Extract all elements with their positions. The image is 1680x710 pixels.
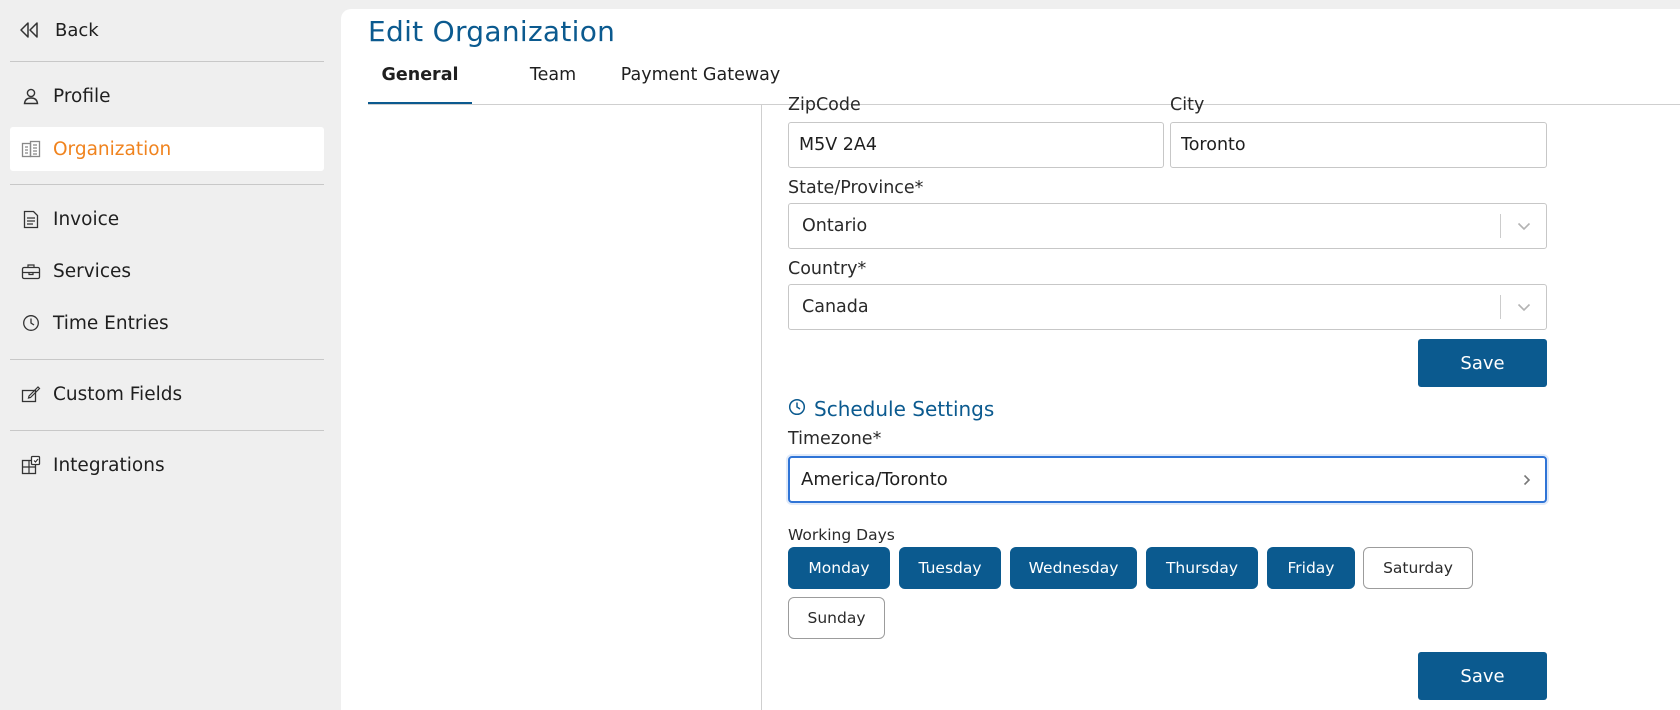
briefcase-icon	[21, 261, 41, 281]
sidebar-item-services[interactable]: Services	[10, 249, 324, 293]
sidebar-item-invoice[interactable]: Invoice	[10, 197, 324, 241]
day-toggle-tuesday[interactable]: Tuesday	[899, 547, 1001, 589]
schedule-settings-title: Schedule Settings	[814, 397, 995, 421]
day-toggle-sunday[interactable]: Sunday	[788, 597, 885, 639]
save-schedule-button[interactable]: Save	[1418, 652, 1547, 700]
back-button[interactable]: Back	[17, 16, 99, 44]
sidebar-divider	[10, 184, 324, 185]
sidebar-divider	[10, 430, 324, 431]
schedule-settings-heading: Schedule Settings	[788, 397, 994, 421]
sidebar-divider	[10, 61, 324, 62]
sidebar-item-custom-fields[interactable]: Custom Fields	[10, 372, 324, 416]
sidebar-item-label: Organization	[53, 138, 172, 160]
state-select[interactable]: Ontario	[788, 203, 1547, 249]
chevron-right-icon	[1509, 474, 1545, 486]
sidebar: Back Profile Organization Invoice Servic…	[0, 0, 334, 710]
working-days-label: Working Days	[788, 526, 895, 544]
day-toggle-monday[interactable]: Monday	[788, 547, 890, 589]
sidebar-item-label: Custom Fields	[53, 383, 183, 405]
timezone-label: Timezone*	[788, 429, 882, 449]
clock-icon	[788, 397, 806, 421]
country-select[interactable]: Canada	[788, 284, 1547, 330]
sidebar-item-label: Invoice	[53, 208, 120, 230]
page-title: Edit Organization	[368, 15, 616, 48]
day-toggle-wednesday[interactable]: Wednesday	[1010, 547, 1137, 589]
sidebar-item-time-entries[interactable]: Time Entries	[10, 301, 324, 345]
tab-general[interactable]: General	[368, 59, 472, 105]
back-arrow-icon	[17, 18, 41, 42]
zipcode-label: ZipCode	[788, 95, 861, 115]
sidebar-item-label: Integrations	[53, 454, 165, 476]
sidebar-item-label: Profile	[53, 85, 111, 107]
sidebar-item-label: Services	[53, 260, 132, 282]
back-label: Back	[55, 19, 99, 41]
document-icon	[21, 209, 41, 229]
person-icon	[21, 86, 41, 106]
tab-team[interactable]: Team	[518, 59, 588, 105]
tab-payment-gateway[interactable]: Payment Gateway	[618, 59, 783, 105]
sidebar-divider	[10, 359, 324, 360]
state-label: State/Province*	[788, 178, 924, 198]
day-toggle-friday[interactable]: Friday	[1267, 547, 1355, 589]
clock-icon	[21, 313, 41, 333]
country-label: Country*	[788, 259, 867, 279]
city-input[interactable]	[1170, 122, 1547, 168]
sidebar-item-integrations[interactable]: Integrations	[10, 443, 324, 487]
edit-field-icon	[21, 384, 41, 404]
state-value: Ontario	[802, 216, 868, 236]
chevron-down-icon[interactable]	[1501, 303, 1546, 312]
timezone-select[interactable]: America/Toronto	[788, 456, 1547, 503]
column-divider	[761, 105, 762, 710]
day-toggle-saturday[interactable]: Saturday	[1363, 547, 1473, 589]
timezone-value: America/Toronto	[801, 469, 948, 490]
chevron-down-icon[interactable]	[1501, 222, 1546, 231]
sidebar-item-profile[interactable]: Profile	[10, 74, 324, 118]
puzzle-icon	[21, 455, 41, 475]
save-address-button[interactable]: Save	[1418, 339, 1547, 387]
country-value: Canada	[802, 297, 869, 317]
zipcode-input[interactable]	[788, 122, 1164, 168]
main-panel: Edit Organization General Team Payment G…	[341, 9, 1680, 710]
city-label: City	[1170, 95, 1205, 115]
tab-divider	[368, 104, 1680, 105]
building-icon	[21, 139, 41, 159]
day-toggle-thursday[interactable]: Thursday	[1146, 547, 1258, 589]
sidebar-item-label: Time Entries	[53, 312, 169, 334]
sidebar-item-organization[interactable]: Organization	[10, 127, 324, 171]
